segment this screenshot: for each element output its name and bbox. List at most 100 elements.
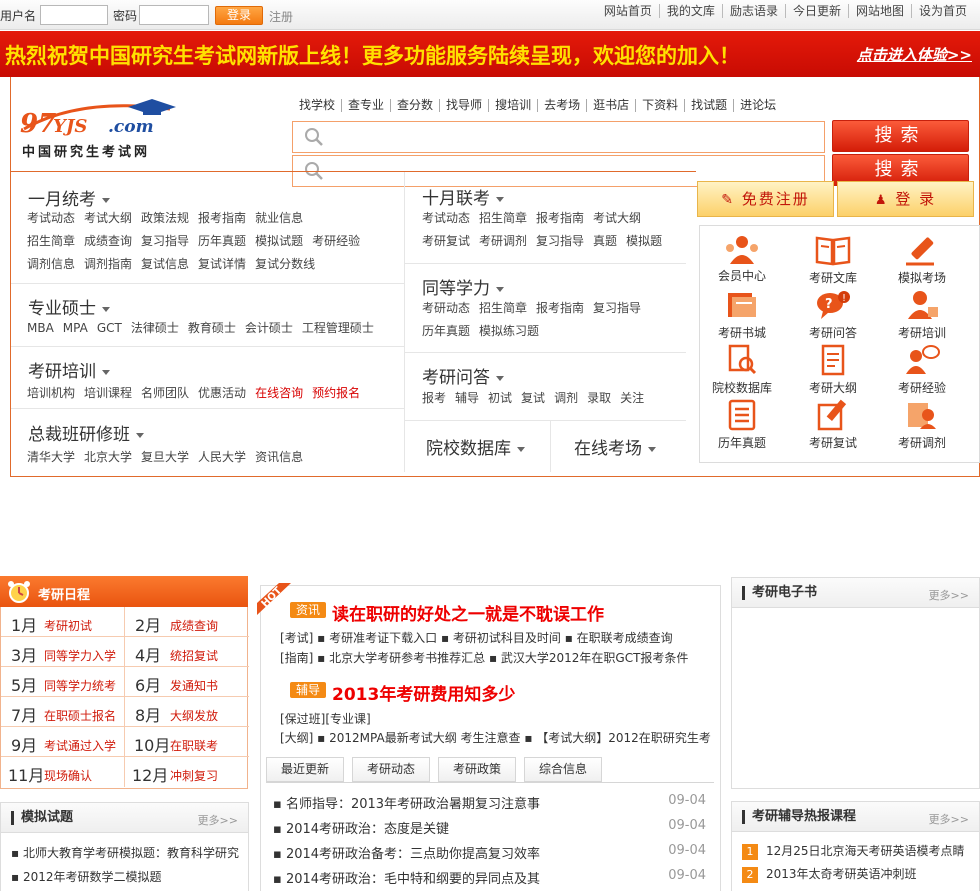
- grid-item-training[interactable]: 考研培训: [877, 289, 967, 341]
- cat-link[interactable]: 考研复试: [422, 234, 470, 248]
- nav-find-major[interactable]: 查专业: [341, 99, 390, 112]
- schedule-item[interactable]: 7月 在职硕士报名: [1, 697, 125, 727]
- cat-link[interactable]: 考试大纲: [593, 211, 641, 225]
- nav-find-school[interactable]: 找学校: [293, 99, 341, 112]
- cat-link[interactable]: 优惠活动: [198, 386, 246, 400]
- cat-link[interactable]: 资讯信息: [255, 450, 303, 464]
- nav-find-questions[interactable]: 找试题: [684, 99, 733, 112]
- grid-item-members[interactable]: 会员中心: [697, 234, 787, 284]
- nav-find-score[interactable]: 查分数: [390, 99, 439, 112]
- cat-link-reserve[interactable]: 预约报名: [312, 386, 360, 400]
- schedule-item[interactable]: 6月 发通知书: [125, 667, 249, 697]
- schedule-item[interactable]: 4月 统招复试: [125, 637, 249, 667]
- category-oct-exam-title[interactable]: 十月联考: [422, 184, 504, 209]
- course-item[interactable]: 1 12月25日北京海天考研英语模考点睛: [742, 842, 965, 860]
- schedule-item[interactable]: 9月 考试通过入学: [1, 727, 125, 757]
- cat-link[interactable]: 招生简章: [479, 301, 527, 315]
- grid-item-mock-exam[interactable]: 模拟考场: [877, 234, 967, 286]
- cat-link[interactable]: 考试大纲: [84, 211, 132, 225]
- cat-link[interactable]: 政策法规: [141, 211, 189, 225]
- cat-link[interactable]: 报考: [422, 391, 446, 405]
- list-item[interactable]: ▪ 2012年考研数学二模拟题: [11, 868, 162, 885]
- category-prof-master-title[interactable]: 专业硕士: [28, 294, 110, 319]
- schedule-item[interactable]: 2月 成绩查询: [125, 607, 249, 637]
- cat-link[interactable]: 报考指南: [198, 211, 246, 225]
- nav-find-training[interactable]: 搜培训: [488, 99, 537, 112]
- search-input-primary[interactable]: [333, 127, 813, 147]
- category-online-exam-title[interactable]: 在线考场: [574, 434, 656, 459]
- top-link-set-homepage[interactable]: 设为首页: [910, 4, 974, 18]
- cat-link[interactable]: 复试信息: [141, 257, 189, 271]
- news-row[interactable]: [保过班][专业课]: [280, 710, 371, 727]
- cat-link[interactable]: 复习指导: [536, 234, 584, 248]
- top-link-today-updates[interactable]: 今日更新: [784, 4, 848, 18]
- list-item[interactable]: ▪ 北师大教育学考研模拟题：教育科学研究: [11, 844, 239, 861]
- cat-link[interactable]: 考试动态: [422, 211, 470, 225]
- cat-link[interactable]: 成绩查询: [84, 234, 132, 248]
- news-row[interactable]: [指南] ▪ 北京大学考研参考书推荐汇总 ▪ 武汉大学2012年在职GCT报考条…: [280, 649, 688, 666]
- cat-link[interactable]: 教育硕士: [188, 321, 236, 335]
- news-row[interactable]: [考试] ▪ 考研准考证下载入口 ▪ 考研初试科目及时间 ▪ 在职联考成绩查询: [280, 629, 673, 646]
- cat-link[interactable]: 北京大学: [84, 450, 132, 464]
- tab-latest[interactable]: 最近更新: [266, 757, 345, 782]
- cat-link[interactable]: 考研调剂: [479, 234, 527, 248]
- cat-link[interactable]: 调剂信息: [27, 257, 75, 271]
- schedule-item[interactable]: 5月 同等学力统考: [1, 667, 125, 697]
- grid-item-experience[interactable]: 考研经验: [877, 344, 967, 396]
- cat-link[interactable]: 清华大学: [27, 450, 75, 464]
- grid-item-adjust[interactable]: 考研调剂: [877, 399, 967, 451]
- tab-news[interactable]: 考研动态: [352, 757, 431, 782]
- headline-2[interactable]: 2013年考研费用知多少: [332, 680, 515, 705]
- schedule-item[interactable]: 11月 现场确认: [1, 757, 125, 787]
- news-row[interactable]: [大纲] ▪ 2012MPA最新考试大纲 考生注意查 ▪ 【考试大纲】2012在…: [280, 729, 711, 746]
- cat-link[interactable]: MBA: [27, 321, 54, 335]
- news-list-item[interactable]: ▪ 2014考研政治备考：三点助你提高复习效率 09-04: [273, 843, 706, 862]
- cat-link[interactable]: 辅导: [455, 391, 479, 405]
- mock-more-link[interactable]: 更多>>: [198, 812, 238, 828]
- cat-link[interactable]: 工程管理硕士: [302, 321, 374, 335]
- cat-link[interactable]: 模拟练习题: [479, 324, 539, 338]
- grid-item-outline[interactable]: 考研大纲: [788, 344, 878, 396]
- cat-link-online-consult[interactable]: 在线咨询: [255, 386, 303, 400]
- schedule-item[interactable]: 3月 同等学力入学: [1, 637, 125, 667]
- grid-item-bookstore[interactable]: 考研书城: [697, 289, 787, 341]
- cat-link[interactable]: 考研动态: [422, 301, 470, 315]
- courses-more-link[interactable]: 更多>>: [929, 811, 969, 827]
- schedule-item[interactable]: 12月 冲刺复习: [125, 757, 249, 787]
- cat-link[interactable]: 复试分数线: [255, 257, 315, 271]
- nav-exam-room[interactable]: 去考场: [537, 99, 586, 112]
- cat-link[interactable]: 模拟题: [626, 234, 662, 248]
- cat-link[interactable]: 培训机构: [27, 386, 75, 400]
- password-input[interactable]: [139, 5, 209, 25]
- cat-link[interactable]: 复试详情: [198, 257, 246, 271]
- cat-link[interactable]: 招生简章: [27, 234, 75, 248]
- schedule-item[interactable]: 8月 大纲发放: [125, 697, 249, 727]
- cat-link[interactable]: 调剂指南: [84, 257, 132, 271]
- cat-link[interactable]: 培训课程: [84, 386, 132, 400]
- grid-item-qa[interactable]: ?! 考研问答: [788, 289, 878, 341]
- nav-bookstore[interactable]: 逛书店: [586, 99, 635, 112]
- category-equal-degree-title[interactable]: 同等学力: [422, 274, 504, 299]
- cat-link[interactable]: 复习指导: [141, 234, 189, 248]
- category-school-db-title[interactable]: 院校数据库: [426, 434, 525, 459]
- cat-link[interactable]: 调剂: [554, 391, 578, 405]
- search-button-primary[interactable]: 搜索: [832, 120, 969, 152]
- grid-item-past-papers[interactable]: 历年真题: [697, 399, 787, 451]
- cat-link[interactable]: 初试: [488, 391, 512, 405]
- ebook-more-link[interactable]: 更多>>: [929, 587, 969, 603]
- news-list-item[interactable]: ▪ 2014考研政治：毛中特和纲要的异同点及其 09-04: [273, 868, 706, 887]
- schedule-item[interactable]: 1月 考研初试: [1, 607, 125, 637]
- category-training-title[interactable]: 考研培训: [28, 357, 110, 382]
- cat-link[interactable]: 历年真题: [198, 234, 246, 248]
- cat-link[interactable]: 关注: [620, 391, 644, 405]
- grid-item-library[interactable]: 考研文库: [788, 234, 878, 286]
- category-exec-class-title[interactable]: 总裁班研修班: [28, 420, 144, 445]
- cat-link[interactable]: 名师团队: [141, 386, 189, 400]
- cat-link[interactable]: 考试动态: [27, 211, 75, 225]
- grid-item-school-db[interactable]: 院校数据库: [697, 344, 787, 396]
- course-item[interactable]: 2 2013年太奇考研英语冲刺班: [742, 865, 917, 883]
- cat-link[interactable]: 会计硕士: [245, 321, 293, 335]
- nav-forum[interactable]: 进论坛: [733, 99, 782, 112]
- cat-link[interactable]: 真题: [593, 234, 617, 248]
- cat-link[interactable]: 考研经验: [312, 234, 360, 248]
